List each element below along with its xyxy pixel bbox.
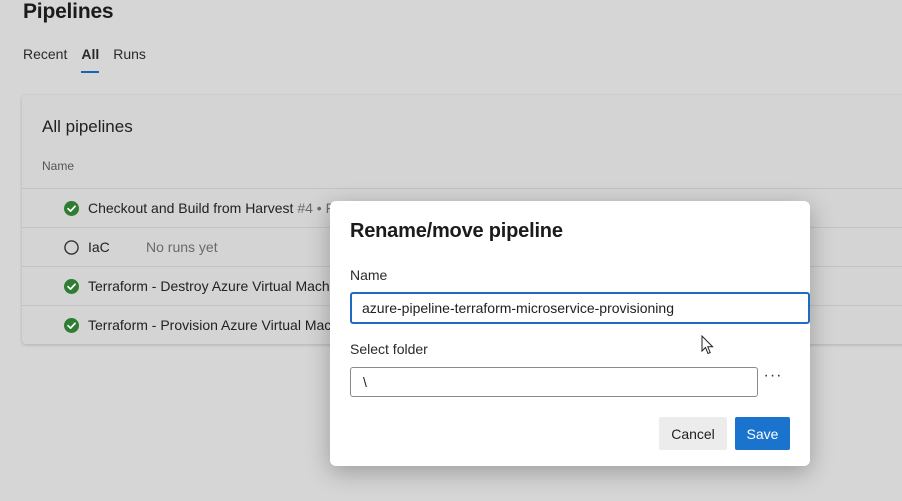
folder-input[interactable] (350, 367, 758, 397)
save-button[interactable]: Save (735, 417, 790, 450)
mouse-cursor-icon (701, 335, 714, 355)
pipeline-name-input[interactable] (350, 292, 810, 324)
rename-move-dialog: Rename/move pipeline Name Select folder … (330, 201, 810, 466)
dialog-title: Rename/move pipeline (350, 220, 563, 242)
cancel-button[interactable]: Cancel (659, 417, 727, 450)
name-label: Name (350, 267, 388, 283)
folder-label: Select folder (350, 341, 428, 357)
browse-folder-button[interactable]: ··· (762, 368, 784, 390)
